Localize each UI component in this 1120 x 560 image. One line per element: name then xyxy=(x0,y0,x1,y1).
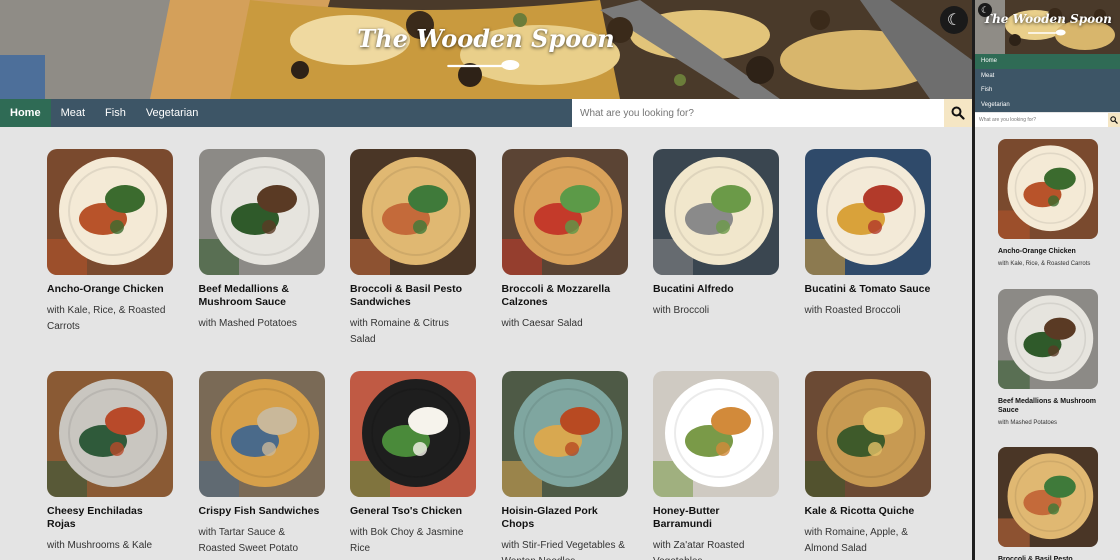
recipe-title[interactable]: Broccoli & Mozzarella Calzones xyxy=(502,283,628,309)
mobile-nav-item-home[interactable]: Home xyxy=(975,54,1120,69)
mobile-view: The Wooden Spoon ☾ Home Meat Fish Vegetaria… xyxy=(975,0,1120,560)
recipe-card[interactable]: Honey-Butter Barramundi with Za'atar Roas… xyxy=(653,371,779,560)
mobile-moon-icon[interactable]: ☾ xyxy=(978,3,992,17)
mobile-nav-item-fish[interactable]: Fish xyxy=(975,83,1120,98)
recipe-image[interactable] xyxy=(501,149,628,275)
recipe-title[interactable]: Crispy Fish Sandwiches xyxy=(199,505,325,518)
spoon-icon xyxy=(1027,29,1066,36)
recipe-card[interactable]: Beef Medallions & Mushroom Sauce with Mas… xyxy=(198,149,325,332)
recipe-image[interactable] xyxy=(804,149,931,275)
nav-item-home[interactable]: Home xyxy=(0,99,51,127)
recipe-subtitle: with Mushrooms & Kale xyxy=(47,540,153,551)
recipe-image[interactable] xyxy=(804,371,931,497)
mobile-hero-banner: The Wooden Spoon ☾ xyxy=(975,0,1120,54)
mobile-recipe-image[interactable] xyxy=(998,139,1098,239)
hero-banner: The Wooden Spoon ☾ xyxy=(0,0,972,99)
mobile-search-button[interactable] xyxy=(1108,113,1120,127)
recipe-card[interactable]: Bucatini & Tomato Sauce with Roasted Broc… xyxy=(804,149,931,319)
recipe-subtitle: with Mashed Potatoes xyxy=(198,318,297,329)
mobile-recipe-subtitle: with Kale, Rice, & Roasted Carrots xyxy=(998,261,1091,267)
recipe-image[interactable] xyxy=(653,149,779,275)
recipe-title[interactable]: Bucatini & Tomato Sauce xyxy=(805,283,931,296)
mobile-search-input[interactable] xyxy=(975,113,1108,127)
mobile-site-logo[interactable]: The Wooden Spoon xyxy=(983,12,1112,36)
mobile-search-bar xyxy=(975,113,1120,127)
recipe-title[interactable]: Honey-Butter Barramundi xyxy=(653,505,779,531)
mobile-recipe-title[interactable]: Beef Medallions & Mushroom Sauce xyxy=(998,397,1098,415)
recipe-image[interactable] xyxy=(47,371,173,497)
mobile-recipe-image[interactable] xyxy=(998,289,1098,389)
recipe-subtitle: with Bok Choy & Jasmine Rice xyxy=(350,527,464,554)
recipe-title[interactable]: Bucatini Alfredo xyxy=(653,283,779,296)
recipe-subtitle: with Kale, Rice, & Roasted Carrots xyxy=(47,305,166,332)
recipe-title[interactable]: Broccoli & Basil Pesto Sandwiches xyxy=(350,283,476,309)
nav-item-fish[interactable]: Fish xyxy=(95,99,136,127)
recipe-image[interactable] xyxy=(501,371,628,497)
recipe-image[interactable] xyxy=(350,149,476,275)
recipe-subtitle: with Za'atar Roasted Vegetables xyxy=(653,540,745,560)
moon-icon[interactable]: ☾ xyxy=(940,6,968,34)
recipe-image[interactable] xyxy=(198,149,325,275)
search-icon xyxy=(1110,116,1118,124)
recipe-card[interactable]: Hoisin-Glazed Pork Chops with Stir-Fried … xyxy=(501,371,628,560)
mobile-recipe-image[interactable] xyxy=(998,447,1098,547)
recipe-title[interactable]: Cheesy Enchiladas Rojas xyxy=(47,505,173,531)
main-navigation: Home Meat Fish Vegetarian xyxy=(0,99,972,127)
recipe-image[interactable] xyxy=(47,149,173,275)
recipe-card[interactable]: Cheesy Enchiladas Rojas with Mushrooms & … xyxy=(47,371,173,554)
recipe-subtitle: with Romaine, Apple, & Almond Salad xyxy=(804,527,908,554)
recipe-card[interactable]: Broccoli & Mozzarella Calzones with Caesa… xyxy=(501,149,628,332)
search-button[interactable] xyxy=(944,99,972,127)
mobile-recipe-title[interactable]: Broccoli & Basil Pesto Sandwiches xyxy=(998,555,1098,560)
recipe-title[interactable]: Hoisin-Glazed Pork Chops xyxy=(502,505,628,531)
desktop-view: The Wooden Spoon ☾ Home Meat Fish Vegetaria… xyxy=(0,0,972,560)
recipe-card[interactable]: Ancho-Orange Chicken with Kale, Rice, & R… xyxy=(47,149,173,335)
recipe-subtitle: with Roasted Broccoli xyxy=(804,305,901,316)
recipe-card[interactable]: Kale & Ricotta Quiche with Romaine, Apple… xyxy=(804,371,931,557)
search-icon xyxy=(951,106,965,120)
site-title: The Wooden Spoon xyxy=(357,24,615,53)
recipe-image[interactable] xyxy=(350,371,476,497)
mobile-nav-item-vegetarian[interactable]: Vegetarian xyxy=(975,98,1120,113)
recipe-card[interactable]: General Tso's Chicken with Bok Choy & Jas… xyxy=(350,371,476,557)
recipe-subtitle: with Romaine & Citrus Salad xyxy=(350,318,449,345)
recipe-subtitle: with Stir-Fried Vegetables & Wonton Nood… xyxy=(501,540,625,560)
recipe-card[interactable]: Bucatini Alfredo with Broccoli xyxy=(653,149,779,319)
recipe-subtitle: with Caesar Salad xyxy=(501,318,583,329)
mobile-recipe-card[interactable]: Beef Medallions & Mushroom Sauce with Mas… xyxy=(998,289,1098,426)
nav-item-meat[interactable]: Meat xyxy=(51,99,95,127)
recipe-subtitle: with Tartar Sauce & Roasted Sweet Potato xyxy=(198,527,299,554)
nav-links: Home Meat Fish Vegetarian xyxy=(0,99,208,127)
spoon-icon xyxy=(446,60,519,70)
mobile-recipe-subtitle: with Mashed Potatoes xyxy=(998,420,1058,426)
recipe-title[interactable]: Ancho-Orange Chicken xyxy=(47,283,173,296)
recipe-subtitle: with Broccoli xyxy=(653,305,710,316)
recipe-image[interactable] xyxy=(653,371,779,497)
mobile-nav-item-meat[interactable]: Meat xyxy=(975,69,1120,84)
recipe-title[interactable]: General Tso's Chicken xyxy=(350,505,476,518)
recipe-title[interactable]: Beef Medallions & Mushroom Sauce xyxy=(199,283,325,309)
search-bar xyxy=(572,99,972,127)
mobile-recipe-card[interactable]: Broccoli & Basil Pesto Sandwicheswith Ro… xyxy=(998,447,1098,560)
mobile-recipe-card[interactable]: Ancho-Orange Chicken with Kale, Rice, & R… xyxy=(998,139,1098,267)
mobile-navigation: Home Meat Fish Vegetarian xyxy=(975,54,1120,112)
nav-item-vegetarian[interactable]: Vegetarian xyxy=(136,99,209,127)
recipe-title[interactable]: Kale & Ricotta Quiche xyxy=(805,505,931,518)
mobile-recipe-title[interactable]: Ancho-Orange Chicken xyxy=(998,247,1098,256)
recipe-image[interactable] xyxy=(198,371,325,497)
recipe-card[interactable]: Broccoli & Basil Pesto Sandwiches with Ro… xyxy=(350,149,476,348)
site-logo[interactable]: The Wooden Spoon xyxy=(357,24,615,71)
search-input[interactable] xyxy=(572,99,944,127)
recipe-card[interactable]: Crispy Fish Sandwiches with Tartar Sauce … xyxy=(198,371,325,557)
mobile-site-title: The Wooden Spoon xyxy=(983,12,1112,26)
